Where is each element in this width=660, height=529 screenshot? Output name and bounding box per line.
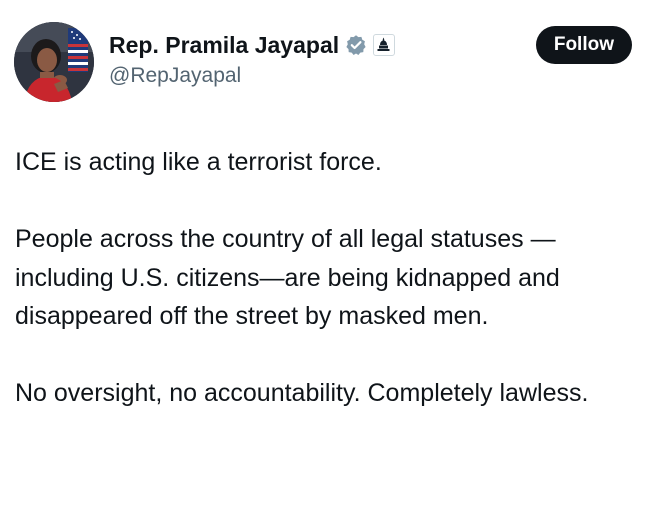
tweet-paragraph: People across the country of all legal s… [15,225,560,330]
name-row: Rep. Pramila Jayapal [109,30,396,60]
tweet-text: ICE is acting like a terrorist force. Pe… [15,143,645,413]
tweet-card: Rep. Pramila Jayapal @RepJayapal Follow … [0,0,660,529]
tweet-paragraph: No oversight, no accountability. Complet… [15,379,589,407]
verified-badge-icon [345,34,367,56]
author-display-name[interactable]: Rep. Pramila Jayapal [109,32,339,59]
avatar-photo [14,22,94,102]
tweet-paragraph: ICE is acting like a terrorist force. [15,148,382,176]
follow-button[interactable]: Follow [535,26,632,64]
tweet-header: Rep. Pramila Jayapal @RepJayapal Follow [14,22,646,102]
author-info: Rep. Pramila Jayapal @RepJayapal [109,30,396,88]
author-handle[interactable]: @RepJayapal [109,64,395,88]
avatar[interactable] [14,22,94,102]
us-capitol-icon [373,34,396,56]
